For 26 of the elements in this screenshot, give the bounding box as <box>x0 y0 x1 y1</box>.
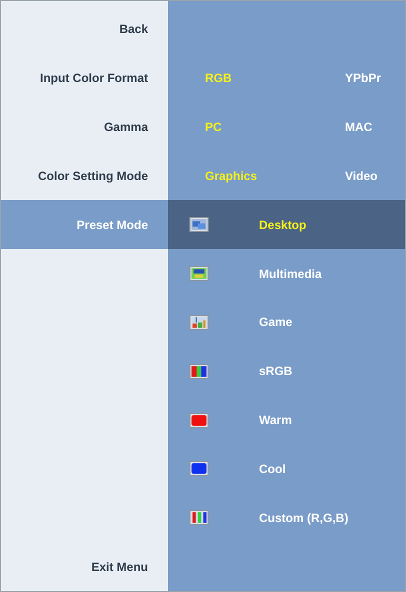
warm-icon <box>189 412 209 428</box>
preset-item[interactable]: Cool <box>168 444 405 494</box>
multimedia-icon <box>189 266 209 282</box>
preset-item[interactable]: Multimedia <box>168 249 405 298</box>
exit-menu-item[interactable]: Exit Menu <box>91 560 148 574</box>
menu-item[interactable]: Preset Mode <box>1 200 168 250</box>
game-icon <box>189 314 209 330</box>
option[interactable]: YPbPr <box>345 71 405 86</box>
desktop-icon <box>189 217 209 232</box>
menu-item[interactable]: Input Color Format <box>1 54 168 103</box>
preset-item[interactable]: sRGB <box>168 346 405 396</box>
option[interactable]: MAC <box>345 120 405 134</box>
option[interactable]: Video <box>345 168 405 183</box>
preset-item[interactable]: Warm <box>168 396 405 444</box>
cool-icon <box>189 461 209 476</box>
preset-item[interactable]: Game <box>168 298 405 347</box>
menu-item[interactable]: Color Setting Mode <box>1 151 168 200</box>
custom-icon <box>189 510 209 526</box>
menu-item[interactable]: Back <box>1 5 168 54</box>
option[interactable]: PC <box>205 120 345 134</box>
menu-item[interactable]: Gamma <box>1 102 168 152</box>
option[interactable]: RGB <box>205 71 345 86</box>
option[interactable]: Graphics <box>205 168 345 183</box>
preset-item[interactable]: Custom (R,G,B) <box>168 493 405 542</box>
preset-item[interactable]: Desktop <box>168 200 405 250</box>
srgb-icon <box>189 364 209 379</box>
